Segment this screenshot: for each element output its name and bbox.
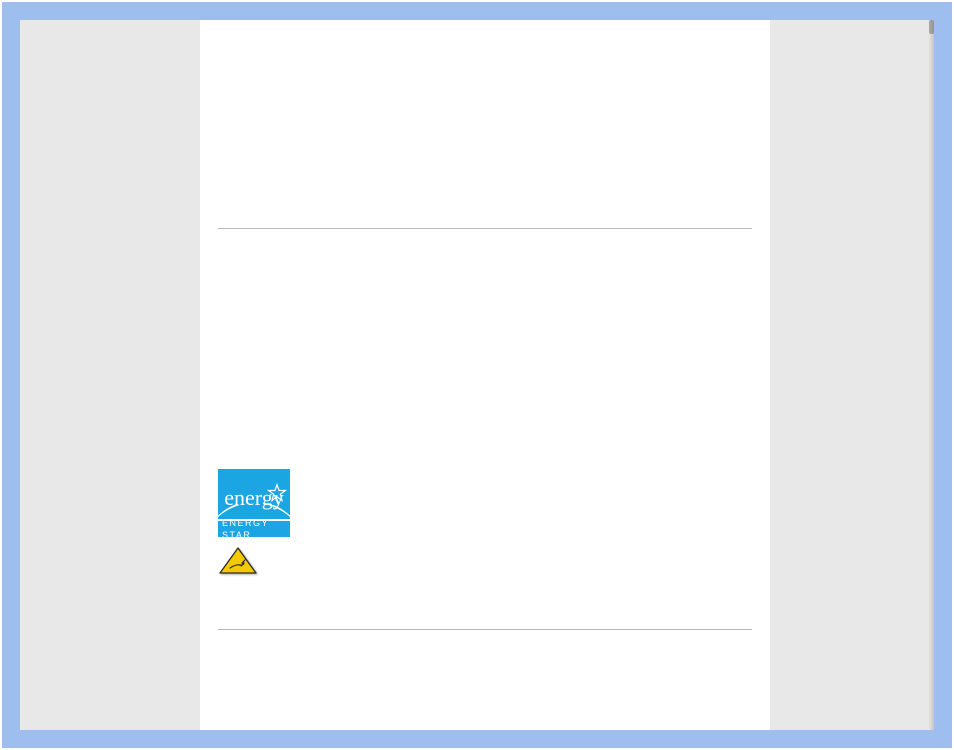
horizontal-rule — [218, 629, 752, 630]
page-content: energy ENERGY STAR — [200, 20, 770, 630]
document-page: energy ENERGY STAR — [200, 20, 770, 730]
energy-star-arc — [218, 505, 290, 519]
esd-warning-icon — [218, 547, 258, 575]
horizontal-rule — [218, 228, 752, 229]
energy-star-logo: energy ENERGY STAR — [218, 469, 290, 537]
energy-star-logo-top: energy — [218, 469, 290, 519]
page-edge-shadow — [928, 20, 934, 730]
page-stage: energy ENERGY STAR — [20, 20, 934, 730]
document-viewer-frame: energy ENERGY STAR — [2, 2, 952, 748]
energy-star-bar-text: ENERGY STAR — [218, 521, 290, 537]
vertical-scrollbar-thumb[interactable] — [929, 20, 934, 34]
